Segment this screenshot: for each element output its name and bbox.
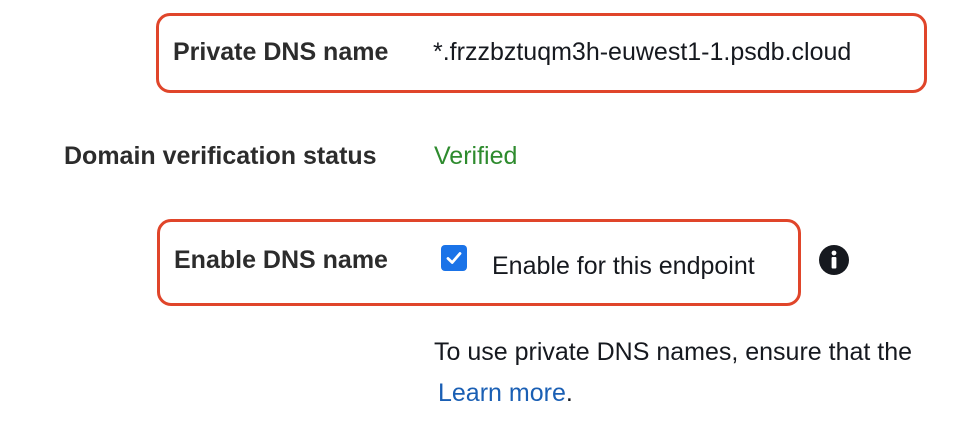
private-dns-help-text: To use private DNS names, ensure that th… [434, 338, 913, 366]
enable-dns-name-label: Enable DNS name [174, 246, 388, 274]
private-dns-name-label: Private DNS name [173, 38, 389, 66]
private-dns-name-value: *.frzzbztuqm3h-euwest1-1.psdb.cloud [433, 38, 852, 66]
checkmark-icon [446, 252, 462, 264]
learn-more-period: . [565, 379, 573, 407]
info-circle-icon[interactable] [818, 244, 850, 276]
domain-verification-status-label: Domain verification status [64, 142, 377, 170]
domain-verification-status-value: Verified [434, 142, 518, 170]
enable-dns-checkbox-label[interactable]: Enable for this endpoint [492, 252, 755, 281]
learn-more-link[interactable]: Learn more [438, 379, 566, 407]
learn-more-line: Learn more. [438, 379, 573, 408]
enable-dns-checkbox[interactable] [441, 245, 467, 271]
